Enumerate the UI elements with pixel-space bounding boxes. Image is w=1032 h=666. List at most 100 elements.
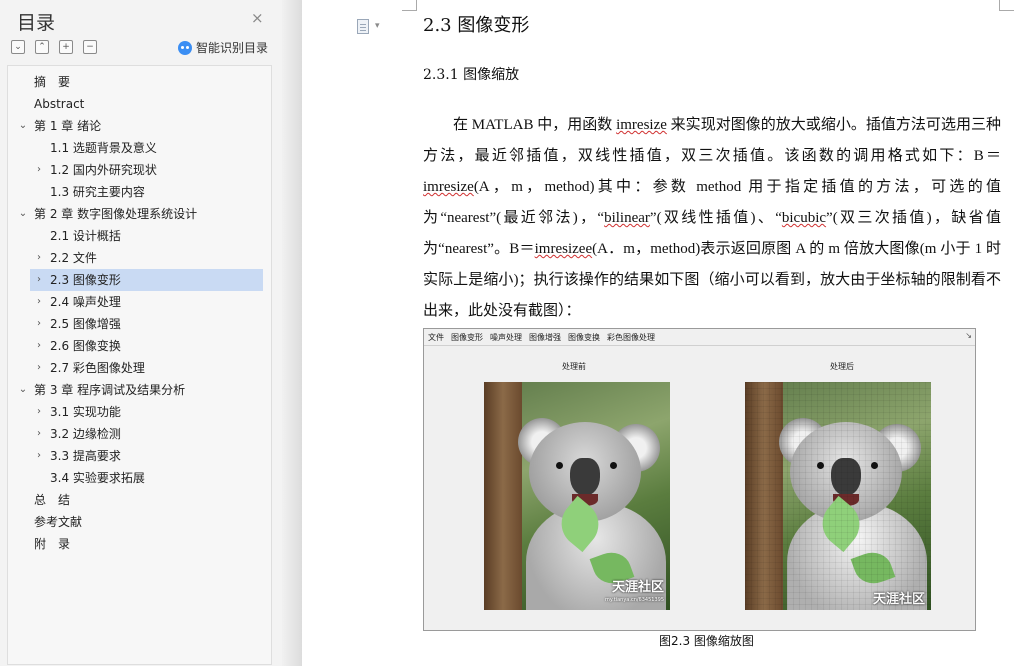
toc-item-label: 1.1 选题背景及意义 [50,141,157,155]
chevron-right-icon[interactable]: › [34,313,44,335]
figure-menubar: 文件 图像变形 噪声处理 图像增强 图像变换 彩色图像处理 [428,332,655,343]
toc-item-label: 3.4 实验要求拓展 [50,471,145,485]
figure-menu-item: 图像增强 [529,333,561,342]
toc-item[interactable]: 参考文献 [8,511,263,533]
toc-item[interactable]: › 3.3 提高要求 [8,445,263,467]
document-page: ▾ 2.3 图像变形 2.3.1 图像缩放 在 MATLAB 中，用函数 imr… [302,0,1032,666]
toc-item-label: 附 录 [34,537,71,551]
chevron-right-icon[interactable]: › [34,291,44,313]
margin-corner-mark [999,0,1014,11]
toc-item[interactable]: ⌄ 第 1 章 绪论 [8,115,263,137]
toc-item-label: 3.2 边缘检测 [50,427,121,441]
chevron-right-icon[interactable]: › [34,423,44,445]
toc-item[interactable]: › 2.2 文件 [8,247,263,269]
toc-item[interactable]: › 2.3 图像变形 [30,269,263,291]
smart-toc-button[interactable]: 智能识别目录 [178,39,268,56]
toc-item-label: 参考文献 [34,515,83,529]
toc-sidebar: 目录 × ⌄ ⌃ + − 智能识别目录 摘 要 Abstract ⌄ 第 1 章 绪论… [0,0,282,666]
chevron-right-icon[interactable]: › [34,247,44,269]
chevron-down-icon[interactable]: ⌄ [18,203,28,225]
embedded-figure: 文件 图像变形 噪声处理 图像增强 图像变换 彩色图像处理 ↘ 处理前 处理后 … [423,328,976,631]
figure-caption: 图2.3 图像缩放图 [659,634,754,648]
collapse-all-icon[interactable]: ⌃ [35,40,49,54]
chevron-down-icon[interactable]: ⌄ [18,115,28,137]
toc-item-label: 3.3 提高要求 [50,449,121,463]
subsection-heading: 2.3.1 图像缩放 [423,67,520,83]
chevron-down-icon[interactable]: ▾ [375,21,380,31]
margin-corner-mark [402,0,417,11]
toc-item[interactable]: 2.1 设计概括 [8,225,263,247]
chevron-right-icon[interactable]: › [34,357,44,379]
toc-item-label: 第 2 章 数字图像处理系统设计 [34,207,198,221]
toc-item-label: 1.3 研究主要内容 [50,185,145,199]
spellcheck-word: imresize [616,117,667,133]
chevron-down-icon[interactable]: ⌄ [18,379,28,401]
toc-item[interactable]: › 1.2 国内外研究现状 [8,159,263,181]
toc-item-label: 2.7 彩色图像处理 [50,361,145,375]
toc-item[interactable]: › 2.5 图像增强 [8,313,263,335]
toc-item[interactable]: 1.1 选题背景及意义 [8,137,263,159]
chevron-right-icon[interactable]: › [34,401,44,423]
toc-item[interactable]: › 3.1 实现功能 [8,401,263,423]
toc-item-label: 2.1 设计概括 [50,229,121,243]
figure-menu-item: 彩色图像处理 [607,333,655,342]
spellcheck-word: bicubic [781,210,827,226]
chevron-right-icon[interactable]: › [34,269,44,291]
toc-item-label: 第 1 章 绪论 [34,119,102,133]
before-label: 处理前 [562,362,586,371]
toc-item-label: 2.4 噪声处理 [50,295,121,309]
figure-menu-item: 图像变形 [451,333,483,342]
document-icon[interactable] [357,19,369,34]
chevron-right-icon[interactable]: › [34,445,44,467]
arrow-icon: ↘ [965,331,972,340]
toc-item[interactable]: › 3.2 边缘检测 [8,423,263,445]
toc-title: 目录 [17,12,56,34]
toc-item[interactable]: › 2.7 彩色图像处理 [8,357,263,379]
text-run: 在 MATLAB 中，用函数 [453,117,617,133]
toc-item[interactable]: › 2.6 图像变换 [8,335,263,357]
spellcheck-word: imresizee [534,241,593,257]
toc-item[interactable]: ⌄ 第 3 章 程序调试及结果分析 [8,379,263,401]
expand-all-icon[interactable]: ⌄ [11,40,25,54]
section-heading: 2.3 图像变形 [423,15,530,36]
close-icon[interactable]: × [251,9,264,27]
chevron-right-icon[interactable]: › [34,335,44,357]
toc-item-label: 3.1 实现功能 [50,405,121,419]
spellcheck-word: bilinear [604,210,650,226]
add-level-icon[interactable]: + [59,40,73,54]
toc-item-label: 总 结 [34,493,71,507]
toc-item-label: 2.3 图像变形 [50,273,121,287]
text-run: ”(双线性插值)、“ [649,210,782,226]
figure-divider [424,345,975,346]
toc-toolbar: ⌄ ⌃ + − [11,40,97,54]
toc-item[interactable]: Abstract [8,93,263,115]
toc-item-label: 2.6 图像变换 [50,339,121,353]
toc-item-label: 2.2 文件 [50,251,97,265]
watermark: 天涯社区 [872,592,925,607]
ai-assistant-icon [178,40,192,55]
remove-level-icon[interactable]: − [83,40,97,54]
toc-item-label: 摘 要 [34,75,71,89]
watermark: 天涯社区 my.tianya.cn/63451395 [605,580,664,603]
toc-item[interactable]: 1.3 研究主要内容 [8,181,263,203]
chevron-right-icon[interactable]: › [34,159,44,181]
toc-item[interactable]: 附 录 [8,533,263,555]
toc-item[interactable]: 摘 要 [8,71,263,93]
panel-splitter[interactable] [282,0,302,666]
toc-item[interactable]: ⌄ 第 2 章 数字图像处理系统设计 [8,203,263,225]
figure-menu-item: 文件 [428,333,444,342]
spellcheck-word: imresize [423,179,474,195]
toc-list: 摘 要 Abstract ⌄ 第 1 章 绪论 1.1 选题背景及意义 › 1.2 国内外研… [7,65,272,665]
body-paragraph: 在 MATLAB 中，用函数 imresize 来实现对图像的放大或缩小。插值方… [423,110,1001,327]
koala-image-after: 天涯社区 [745,382,931,610]
toc-item-label: 1.2 国内外研究现状 [50,163,157,177]
smart-toc-label: 智能识别目录 [196,41,269,55]
after-label: 处理后 [830,362,854,371]
toc-item-label: Abstract [34,97,85,111]
toc-item[interactable]: 总 结 [8,489,263,511]
toc-item-label: 2.5 图像增强 [50,317,121,331]
toc-item[interactable]: 3.4 实验要求拓展 [8,467,263,489]
koala-image-before: 天涯社区 my.tianya.cn/63451395 [484,382,670,610]
toc-item-label: 第 3 章 程序调试及结果分析 [34,383,186,397]
toc-item[interactable]: › 2.4 噪声处理 [8,291,263,313]
